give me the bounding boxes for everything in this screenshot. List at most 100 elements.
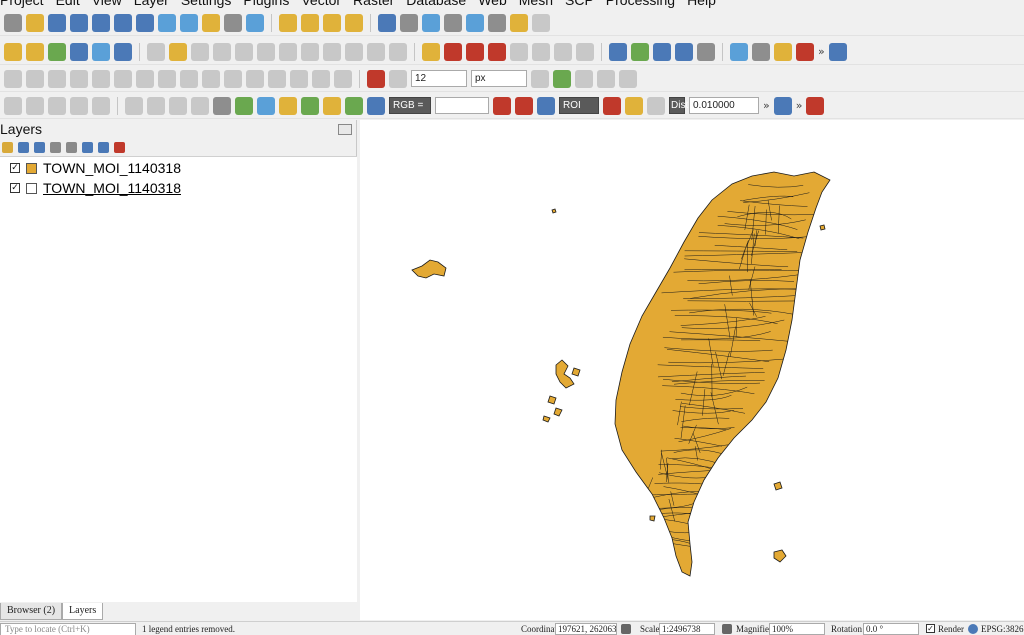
- web-map-icon[interactable]: [675, 42, 693, 61]
- refresh-icon[interactable]: [246, 13, 264, 32]
- temporal-controller-icon[interactable]: [224, 13, 242, 32]
- add-raster-icon[interactable]: [92, 42, 110, 61]
- spectral-plot-icon[interactable]: [796, 42, 814, 61]
- menu-settings[interactable]: Settings: [181, 0, 232, 8]
- save-edits-icon[interactable]: [191, 42, 209, 61]
- delete-ring-icon[interactable]: [180, 69, 198, 88]
- coordinate-field[interactable]: 197621, 2620634: [555, 623, 617, 635]
- rotate-feature-icon[interactable]: [70, 69, 88, 88]
- shape-digitizing-icon[interactable]: [26, 69, 44, 88]
- rgb-select[interactable]: [435, 97, 489, 114]
- layer-symbol-swatch[interactable]: [26, 162, 37, 174]
- snapping-type-icon[interactable]: [389, 69, 407, 88]
- shape-circle-icon[interactable]: [4, 96, 22, 115]
- cut-icon[interactable]: [301, 42, 319, 61]
- attribute-table-icon[interactable]: [400, 13, 418, 32]
- field-calc-icon[interactable]: [147, 96, 165, 115]
- spectral-signature-icon[interactable]: [493, 96, 511, 115]
- tab-layers[interactable]: Layers: [62, 603, 104, 620]
- zoom-in-icon[interactable]: [48, 13, 66, 32]
- rotate-symbols-icon[interactable]: [334, 69, 352, 88]
- menu-scp[interactable]: SCP: [565, 0, 594, 8]
- advanced-digitizing-icon[interactable]: [4, 69, 22, 88]
- split-features-icon[interactable]: [268, 69, 286, 88]
- pan-to-selection-icon[interactable]: [26, 13, 44, 32]
- undo-icon[interactable]: [367, 42, 385, 61]
- split-parts-icon[interactable]: [290, 69, 308, 88]
- zoom-out-icon[interactable]: [70, 13, 88, 32]
- scp-output-icon[interactable]: [806, 96, 825, 115]
- tab-browser[interactable]: Browser (2): [0, 603, 63, 620]
- tracing-icon[interactable]: [619, 69, 637, 88]
- rotate-label-icon[interactable]: [532, 42, 550, 61]
- show-hide-labels-icon[interactable]: [488, 42, 506, 61]
- layer-visibility-checkbox[interactable]: ✓: [10, 163, 20, 173]
- change-label-icon[interactable]: [554, 42, 572, 61]
- menu-mesh[interactable]: Mesh: [519, 0, 553, 8]
- deselect-icon[interactable]: [323, 13, 341, 32]
- scp-home-icon[interactable]: [213, 96, 231, 115]
- crs-globe-icon[interactable]: [968, 624, 978, 634]
- toolbar-overflow-icon[interactable]: »: [796, 99, 803, 112]
- pan-icon[interactable]: [4, 13, 22, 32]
- modify-attributes-icon[interactable]: [257, 42, 275, 61]
- invert-select-icon[interactable]: [191, 96, 209, 115]
- layer-item[interactable]: ✓ TOWN_MOI_1140318: [10, 159, 181, 177]
- select-features-icon[interactable]: [279, 13, 297, 32]
- zoom-input-icon[interactable]: [301, 96, 319, 115]
- add-ring-icon[interactable]: [114, 69, 132, 88]
- toggle-editing-icon[interactable]: [169, 42, 187, 61]
- crs-label[interactable]: EPSG:3826: [981, 624, 1024, 634]
- zoom-last-icon[interactable]: [180, 13, 198, 32]
- scp-tools-icon[interactable]: [773, 96, 792, 115]
- shape-ellipse-icon[interactable]: [70, 96, 88, 115]
- new-map-view-icon[interactable]: [202, 13, 220, 32]
- identify-icon[interactable]: [378, 13, 396, 32]
- annotation-icon[interactable]: [510, 13, 528, 32]
- map-canvas[interactable]: [360, 120, 1024, 620]
- zoom-native-icon[interactable]: [158, 13, 176, 32]
- redo-roi-icon[interactable]: [647, 96, 665, 115]
- scp-zoom-icon[interactable]: [345, 96, 363, 115]
- shape-triangle-icon[interactable]: [92, 96, 110, 115]
- menu-vector[interactable]: Vector: [301, 0, 341, 8]
- globe-icon[interactable]: [653, 42, 671, 61]
- remove-layer-icon[interactable]: [114, 141, 125, 153]
- zoom-to-layer-icon[interactable]: [136, 13, 154, 32]
- statistics-sigma-icon[interactable]: [444, 13, 462, 32]
- classification-icon[interactable]: [279, 96, 297, 115]
- label-properties-icon[interactable]: [576, 42, 594, 61]
- menu-web[interactable]: Web: [478, 0, 507, 8]
- menu-processing[interactable]: Processing: [606, 0, 675, 8]
- eye-icon[interactable]: [34, 141, 45, 153]
- merge-features-icon[interactable]: [312, 69, 330, 88]
- scp-dock-icon[interactable]: [774, 42, 792, 61]
- menu-database[interactable]: Database: [406, 0, 466, 8]
- redo-icon[interactable]: [389, 42, 407, 61]
- toolbar-overflow-icon[interactable]: »: [818, 45, 825, 58]
- menu-layer[interactable]: Layer: [134, 0, 169, 8]
- move-label-icon[interactable]: [510, 42, 528, 61]
- spectral-plot-icon[interactable]: [515, 96, 533, 115]
- scale-field[interactable]: 1:2496738: [659, 623, 715, 635]
- zoom-to-selection-icon[interactable]: [114, 13, 132, 32]
- toolbar-overflow-icon[interactable]: »: [763, 99, 770, 112]
- add-mesh-icon[interactable]: [114, 42, 132, 61]
- scp-search-icon[interactable]: [367, 96, 385, 115]
- add-vector-icon[interactable]: [48, 42, 66, 61]
- simplify-icon[interactable]: [92, 69, 110, 88]
- magnifier-field[interactable]: 100%: [769, 623, 825, 635]
- delete-part-icon[interactable]: [202, 69, 220, 88]
- add-part-icon[interactable]: [136, 69, 154, 88]
- osm-icon[interactable]: [697, 42, 715, 61]
- measure-area-icon[interactable]: [466, 13, 484, 32]
- python-console-icon[interactable]: [730, 42, 748, 61]
- snapping-tolerance-input[interactable]: 12: [411, 70, 467, 87]
- data-source-manager-icon[interactable]: [4, 42, 22, 61]
- style-manager-icon[interactable]: [2, 141, 13, 153]
- band-set-icon[interactable]: [257, 96, 275, 115]
- attribute-edit-icon[interactable]: [125, 96, 143, 115]
- digitize-icon[interactable]: [70, 42, 88, 61]
- shape-regular-icon[interactable]: [26, 96, 44, 115]
- eraser-icon[interactable]: [752, 42, 770, 61]
